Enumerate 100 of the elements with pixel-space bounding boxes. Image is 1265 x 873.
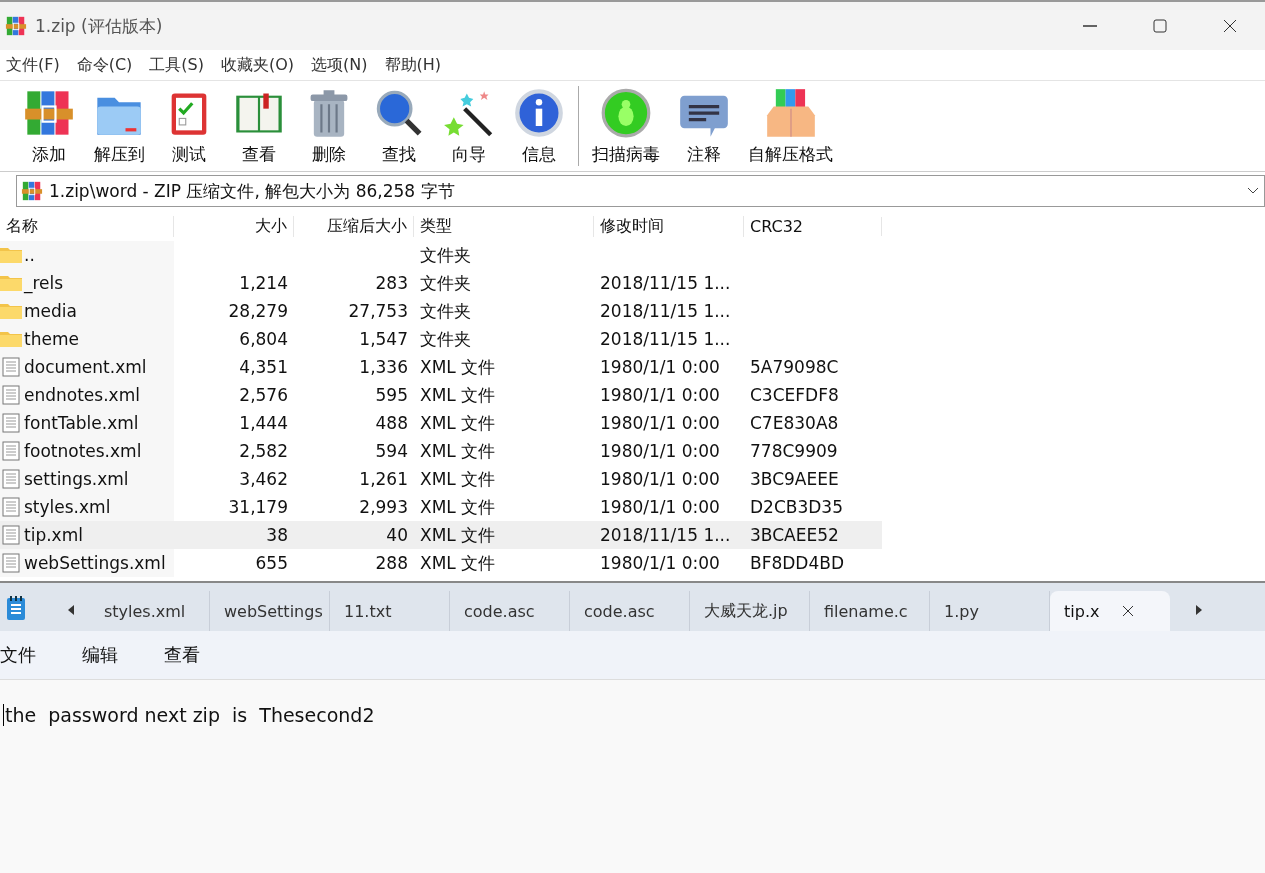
table-cell-text: 4,351 <box>238 357 289 377</box>
table-cell-text: 1980/1/1 0:00 <box>599 469 721 489</box>
table-cell-text: 3BCAEE52 <box>749 525 840 545</box>
file-row[interactable]: styles.xml 31,179 2,993 XML 文件 1980/1/1 0:00 D2CB3D35 <box>0 493 882 521</box>
toolbar-button[interactable]: 查找 <box>364 86 434 166</box>
toolbar-button[interactable]: 查看 <box>224 86 294 166</box>
box-books-icon <box>764 86 817 139</box>
menu-item[interactable]: 收藏夹(O) <box>215 54 306 76</box>
toolbar-button[interactable]: 扫描病毒 <box>583 86 669 166</box>
toolbar-button[interactable]: 删除 <box>294 86 364 166</box>
table-cell-text: XML 文件 <box>419 523 497 547</box>
table-cell-text: 1980/1/1 0:00 <box>599 413 721 433</box>
table-cell-text: 38 <box>265 525 289 545</box>
menu-item[interactable]: 文件 <box>0 643 82 667</box>
table-cell-text: XML 文件 <box>419 355 497 379</box>
toolbar-button[interactable]: 测试 <box>154 86 224 166</box>
menu-item[interactable]: 文件(F) <box>0 54 71 76</box>
toolbar-button[interactable]: 注释 <box>669 86 739 166</box>
document-icon <box>0 385 22 405</box>
document-icon <box>0 441 22 461</box>
table-cell-text: 27,753 <box>347 301 409 321</box>
table-cell-text: BF8DD4BD <box>749 553 845 573</box>
text-content: the password next zip is Thesecond2 <box>3 704 375 726</box>
document-icon <box>0 553 22 573</box>
document-icon <box>0 413 22 433</box>
close-icon <box>1222 18 1238 34</box>
document-icon <box>0 497 22 517</box>
menu-item[interactable]: 帮助(H) <box>378 54 453 76</box>
file-row[interactable]: tip.xml 38 40 XML 文件 2018/11/15 1... 3BCAEE52 <box>0 521 882 549</box>
file-row[interactable]: theme 6,804 1,547 文件夹 2018/11/15 1... <box>0 325 882 353</box>
toolbar-button[interactable]: 信息 <box>504 86 574 166</box>
close-tab-icon[interactable] <box>1121 604 1136 618</box>
window-title: 1.zip (评估版本) <box>35 14 164 38</box>
column-header[interactable]: 压缩后大小 <box>294 215 414 237</box>
notepad-icon <box>4 595 28 621</box>
table-cell-text: XML 文件 <box>419 411 497 435</box>
table-cell-text: 31,179 <box>227 497 289 517</box>
column-header[interactable]: CRC32 <box>744 216 882 236</box>
document-icon <box>0 469 22 489</box>
toolbar-button[interactable]: 解压到 <box>84 86 154 166</box>
toolbar-button[interactable]: 向导 <box>434 86 504 166</box>
table-cell-text: 文件夹 <box>419 243 472 267</box>
table-cell-text: 488 <box>374 413 409 433</box>
column-header[interactable]: 名称 <box>0 215 174 237</box>
document-icon <box>0 357 22 377</box>
file-row[interactable]: settings.xml 3,462 1,261 XML 文件 1980/1/1 0:00 3BC9AEEE <box>0 465 882 493</box>
file-row[interactable]: webSettings.xml 655 288 XML 文件 1980/1/1 0:00 BF8DD4BD <box>0 549 882 577</box>
folder-icon <box>0 273 22 293</box>
table-cell-text: 40 <box>385 525 409 545</box>
archive-icon <box>21 180 43 202</box>
file-row[interactable]: .. 文件夹 <box>0 241 882 269</box>
table-cell-text: 655 <box>254 553 289 573</box>
table-cell-text: XML 文件 <box>419 439 497 463</box>
menu-item[interactable]: 工具(S) <box>143 54 215 76</box>
table-cell-text: 1,261 <box>358 469 409 489</box>
table-cell-text: 文件夹 <box>419 327 472 351</box>
toolbar-button[interactable]: 添加 <box>14 86 84 166</box>
table-cell-text: 3BC9AEEE <box>749 469 840 489</box>
column-header[interactable]: 类型 <box>414 215 594 237</box>
menu-item[interactable]: 命令(C) <box>70 54 144 76</box>
table-cell-text: 2018/11/15 1... <box>599 301 732 321</box>
table-cell-text: 283 <box>374 273 409 293</box>
table-cell-text: 778C9909 <box>749 441 839 461</box>
toolbar-button[interactable]: 自解压格式 <box>739 86 842 166</box>
info-icon <box>513 86 565 139</box>
file-row[interactable]: document.xml 4,351 1,336 XML 文件 1980/1/1 0:00 5A79098C <box>0 353 882 381</box>
table-cell-text: 1980/1/1 0:00 <box>599 385 721 405</box>
editor-tab[interactable]: tip.x <box>1050 591 1170 631</box>
menu-item[interactable]: 选项(N) <box>305 54 379 76</box>
table-cell-text: 2018/11/15 1... <box>599 273 732 293</box>
table-cell-text: 2018/11/15 1... <box>599 329 732 349</box>
table-cell-text: XML 文件 <box>419 467 497 491</box>
table-cell-text: 288 <box>374 553 409 573</box>
table-cell-text: 1980/1/1 0:00 <box>599 357 721 377</box>
file-row[interactable]: fontTable.xml 1,444 488 XML 文件 1980/1/1 0:00 C7E830A8 <box>0 409 882 437</box>
table-cell-text: C7E830A8 <box>749 413 840 433</box>
table-cell-text: 2,582 <box>238 441 289 461</box>
table-cell-text: 1980/1/1 0:00 <box>599 553 721 573</box>
file-row[interactable]: _rels 1,214 283 文件夹 2018/11/15 1... <box>0 269 882 297</box>
table-cell-text: 28,279 <box>227 301 289 321</box>
menu-item[interactable]: 编辑 <box>82 643 164 667</box>
file-row[interactable]: footnotes.xml 2,582 594 XML 文件 1980/1/1 0:00 778C9909 <box>0 437 882 465</box>
table-cell-text: 594 <box>374 441 409 461</box>
file-name: footnotes.xml <box>24 441 142 461</box>
table-cell-text: 1980/1/1 0:00 <box>599 497 721 517</box>
folder-icon <box>0 245 22 265</box>
address-bar[interactable]: 1.zip\word - ZIP 压缩文件, 解包大小为 86,258 字节 <box>16 175 1265 207</box>
column-header[interactable]: 大小 <box>174 215 294 237</box>
table-cell-text: XML 文件 <box>419 551 497 575</box>
file-row[interactable]: media 28,279 27,753 文件夹 2018/11/15 1... <box>0 297 882 325</box>
table-cell-text: 1,547 <box>358 329 409 349</box>
folder-icon <box>0 329 22 349</box>
column-header[interactable]: 修改时间 <box>594 215 744 237</box>
folder-icon <box>0 301 22 321</box>
minimize-icon <box>1083 25 1097 27</box>
table-cell-text: 5A79098C <box>749 357 840 377</box>
file-row[interactable]: endnotes.xml 2,576 595 XML 文件 1980/1/1 0:00 C3CEFDF8 <box>0 381 882 409</box>
menu-item[interactable]: 查看 <box>164 643 246 667</box>
file-name: tip.xml <box>24 525 83 545</box>
file-name: _rels <box>24 273 64 293</box>
